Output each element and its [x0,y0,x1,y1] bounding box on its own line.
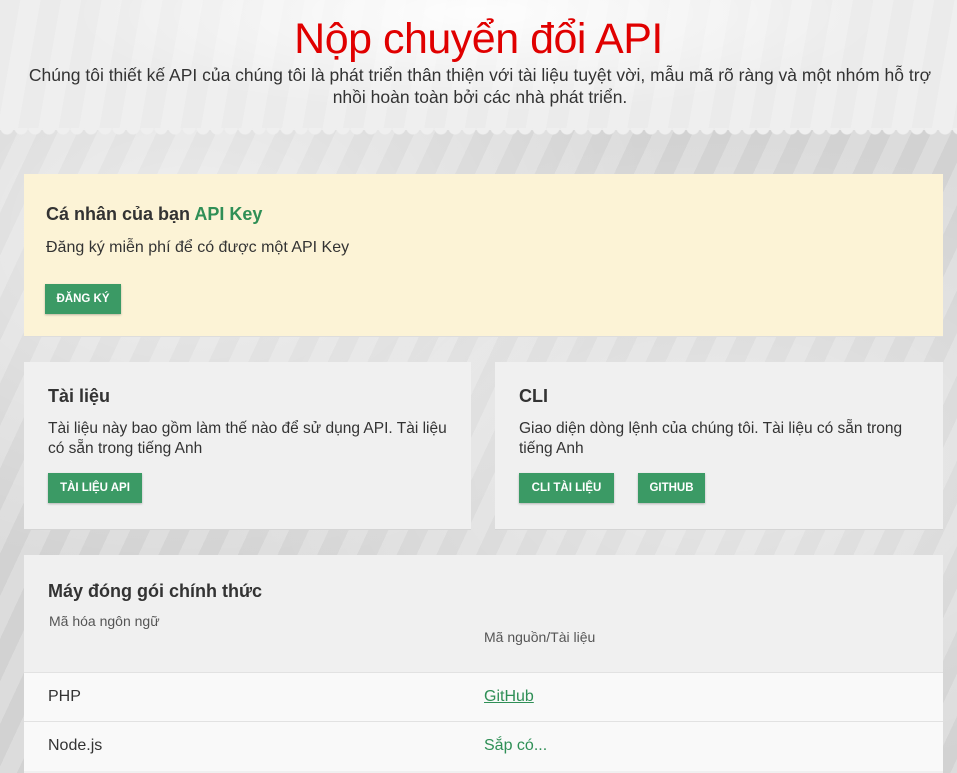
table-row: PHP GitHub [24,672,943,722]
api-key-title-accent: API Key [194,204,263,224]
page-subtitle: Chúng tôi thiết kế API của chúng tôi là … [28,65,932,107]
api-key-card-title: Cá nhân của bạn API Key [46,204,262,225]
cli-card-description: Giao diện dòng lệnh của chúng tôi. Tài l… [519,420,903,457]
hero-scalloped-edge [0,128,957,142]
cli-card-title: CLI [519,386,548,406]
column-header-language: Mã hóa ngôn ngữ [49,613,160,629]
column-header-source: Mã nguồn/Tài liệu [484,629,596,645]
row-source-link[interactable]: GitHub [484,688,534,706]
github-button[interactable]: GITHUB [638,473,705,503]
docs-card: Tài liệu Tài liệu này bao gồm làm thế nà… [24,362,471,530]
api-key-card: Cá nhân của bạn API Key Đăng ký miễn phí… [24,174,943,337]
api-docs-button[interactable]: TÀI LIỆU API [48,473,142,503]
page-title: Nộp chuyển đổi API [294,15,663,63]
register-button[interactable]: ĐĂNG KÝ [45,284,121,314]
api-key-description: Đăng ký miễn phí để có được một API Key [46,239,350,256]
docs-card-description: Tài liệu này bao gồm làm thế nào để sử d… [48,420,447,457]
row-language: PHP [48,688,81,705]
packages-card-title: Máy đóng gói chính thức [48,581,263,601]
docs-card-title: Tài liệu [48,386,111,406]
packages-card: Máy đóng gói chính thức Mã hóa ngôn ngữ … [24,555,943,773]
cli-card: CLI Giao diện dòng lệnh của chúng tôi. T… [495,362,943,530]
row-source-status: Sắp có... [484,737,548,754]
row-language: Node.js [48,737,103,754]
cli-docs-button[interactable]: CLI TÀI LIỆU [519,473,614,503]
api-key-title-prefix: Cá nhân của bạn [46,204,191,224]
table-row: Node.js Sắp có... [24,721,943,771]
hero-section: Nộp chuyển đổi API Chúng tôi thiết kế AP… [0,0,957,130]
